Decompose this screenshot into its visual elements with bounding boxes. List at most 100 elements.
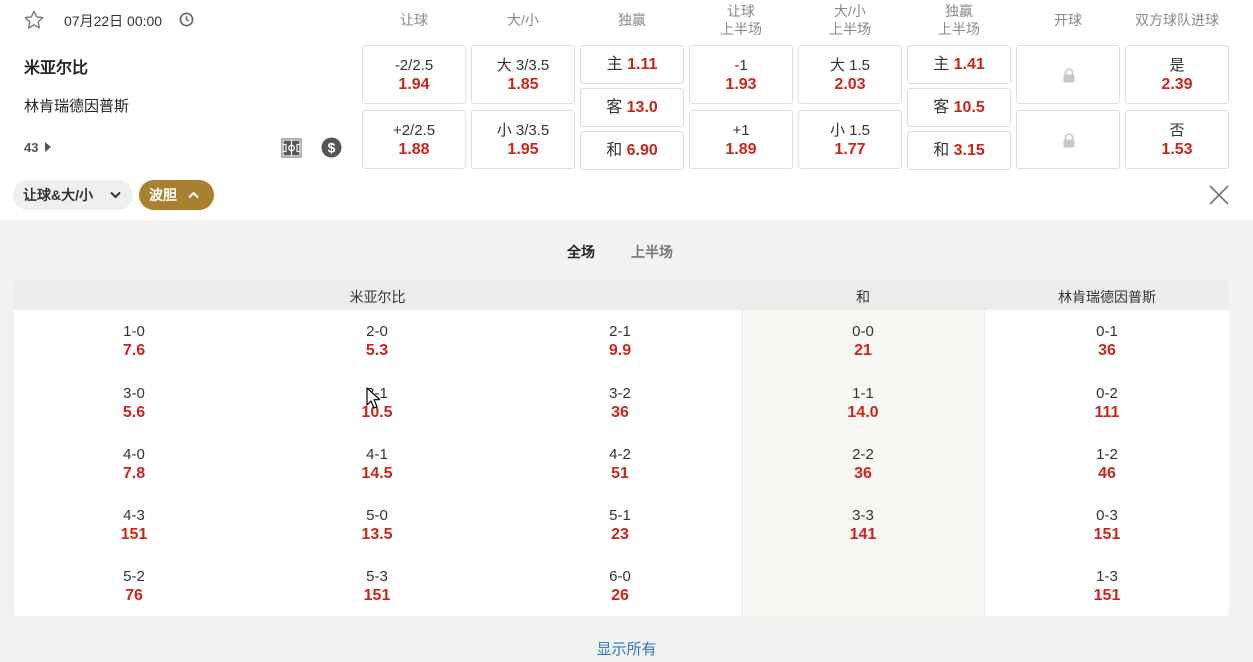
col-header-half-winner-l1: 独赢: [945, 3, 973, 19]
odd-cell-btts-yes[interactable]: 是 2.39: [1125, 45, 1229, 104]
odd-value: 1.85: [507, 76, 539, 93]
odd-cell-btts-no[interactable]: 否 1.53: [1125, 110, 1229, 169]
score: 5-3: [366, 568, 388, 585]
odd-value: 1.94: [398, 76, 430, 93]
odd-value: 2.03: [834, 76, 866, 93]
pitch-icon[interactable]: [281, 138, 302, 158]
score-cell[interactable]: 0-2 111: [1047, 384, 1167, 422]
odd-label: 和: [933, 142, 950, 159]
odd-line: 小 3/3.5: [496, 122, 550, 139]
col-header-kickoff: 开球: [1054, 12, 1082, 28]
correct-score-grid: 米亚尔比 和 林肯瑞德因普斯 1-0 7.6 2-0 5.3 2-1 9.9 3-0 5…: [14, 280, 1229, 616]
more-markets-count[interactable]: 43: [24, 140, 38, 155]
odd-line: -2/2.5: [394, 57, 434, 74]
star-icon[interactable]: [23, 9, 45, 31]
col-header-half-handicap: 让球 上半场: [689, 2, 793, 38]
score: 1-2: [1096, 446, 1118, 463]
odd-cell-winner-home[interactable]: 主 1.11: [580, 45, 684, 84]
odd-cell-half-under[interactable]: 小 1.5 1.77: [798, 110, 902, 169]
score-cell[interactable]: 6-0 26: [560, 567, 680, 605]
score-cell[interactable]: 4-2 51: [560, 445, 680, 483]
score: 3-0: [123, 385, 145, 402]
odd-cell-half-handicap-away[interactable]: +1 1.89: [689, 110, 793, 169]
score-odd: 151: [1093, 587, 1121, 604]
score: 0-0: [852, 323, 874, 340]
odd-cell-winner-draw[interactable]: 和 6.90: [580, 131, 684, 170]
score-odd: 7.8: [122, 465, 146, 482]
score-cell[interactable]: 1-0 7.6: [74, 322, 194, 360]
score-odd: 14.0: [847, 404, 879, 421]
tab-first-half[interactable]: 上半场: [631, 242, 673, 262]
score-cell[interactable]: 4-1 14.5: [317, 445, 437, 483]
score-cell[interactable]: 3-3 141: [803, 506, 923, 544]
col-header-half-ou-l2: 上半场: [829, 21, 871, 37]
odd-cell-handicap-away[interactable]: +2/2.5 1.88: [362, 110, 466, 169]
score-odd: 151: [120, 526, 148, 543]
score: 4-2: [609, 446, 631, 463]
odd-label: 主: [933, 56, 950, 73]
score-cell[interactable]: 1-3 151: [1047, 567, 1167, 605]
market-tag-correct-score[interactable]: 波胆: [139, 180, 214, 210]
odd-cell-half-handicap-home[interactable]: -1 1.93: [689, 45, 793, 104]
score-odd: 5.6: [122, 404, 146, 421]
score-cell[interactable]: 0-0 21: [803, 322, 923, 360]
grid-header-away: 林肯瑞德因普斯: [985, 280, 1229, 310]
tab-full-time[interactable]: 全场: [567, 242, 595, 262]
score-cell[interactable]: 1-1 14.0: [803, 384, 923, 422]
col-header-half-ou: 大/小 上半场: [798, 2, 902, 38]
score-cell[interactable]: 3-2 36: [560, 384, 680, 422]
grid-header-draw: 和: [741, 280, 985, 310]
col-header-half-handicap-l1: 让球: [727, 3, 755, 19]
score-cell[interactable]: 5-2 76: [74, 567, 194, 605]
odd-cell-half-winner-home[interactable]: 主 1.41: [907, 45, 1011, 84]
score: 3-3: [852, 507, 874, 524]
score-cell[interactable]: 1-2 46: [1047, 445, 1167, 483]
caret-right-icon[interactable]: [45, 142, 51, 152]
score-odd: 26: [611, 587, 629, 604]
tag-label: 波胆: [149, 187, 177, 203]
score-cell[interactable]: 2-0 5.3: [317, 322, 437, 360]
score-odd: 151: [1093, 526, 1121, 543]
score-cell[interactable]: 0-1 36: [1047, 322, 1167, 360]
score-cell[interactable]: 5-0 13.5: [317, 506, 437, 544]
odd-value: 1.11: [627, 56, 658, 73]
dollar-icon[interactable]: $: [321, 137, 342, 158]
score-odd: 21: [854, 342, 872, 359]
close-icon[interactable]: [1208, 184, 1230, 206]
col-header-btts: 双方球队进球: [1135, 12, 1219, 28]
odd-cell-half-winner-draw[interactable]: 和 3.15: [907, 131, 1011, 170]
score-cell[interactable]: 3-0 5.6: [74, 384, 194, 422]
market-tag-handicap-ou[interactable]: 让球&大/小: [13, 180, 133, 210]
score-cell[interactable]: 5-1 23: [560, 506, 680, 544]
score-cell[interactable]: 2-2 36: [803, 445, 923, 483]
odd-cell-half-over[interactable]: 大 1.5 2.03: [798, 45, 902, 104]
mouse-cursor-icon: [366, 387, 380, 409]
show-all-link[interactable]: 显示所有: [0, 638, 1253, 659]
odd-cell-under[interactable]: 小 3/3.5 1.95: [471, 110, 575, 169]
odd-value: 3.15: [953, 142, 985, 159]
odd-line: 小 1.5: [829, 122, 871, 139]
score: 0-3: [1096, 507, 1118, 524]
odd-cell-handicap-home[interactable]: -2/2.5 1.94: [362, 45, 466, 104]
col-header-half-handicap-l2: 上半场: [720, 21, 762, 37]
col-header-handicap: 让球: [400, 12, 428, 28]
odd-line: +1: [732, 122, 750, 139]
odd-value: 13.0: [626, 99, 658, 116]
score-cell[interactable]: 2-1 9.9: [560, 322, 680, 360]
score: 0-1: [1096, 323, 1118, 340]
score-cell[interactable]: 4-0 7.8: [74, 445, 194, 483]
score-cell[interactable]: 4-3 151: [74, 506, 194, 544]
odd-cell-over[interactable]: 大 3/3.5 1.85: [471, 45, 575, 104]
odd-cell-winner-away[interactable]: 客 13.0: [580, 88, 684, 127]
score-cell[interactable]: 0-3 151: [1047, 506, 1167, 544]
chevron-up-icon: [188, 191, 199, 199]
odd-label: 客: [606, 99, 623, 116]
odd-cell-kickoff-locked-1: [1016, 45, 1120, 104]
score: 3-2: [609, 385, 631, 402]
odd-cell-half-winner-away[interactable]: 客 10.5: [907, 88, 1011, 127]
col-header-ou: 大/小: [507, 12, 539, 28]
score-cell[interactable]: 5-3 151: [317, 567, 437, 605]
score-odd: 36: [1098, 342, 1116, 359]
clock-icon: [179, 12, 194, 27]
score-odd: 36: [854, 465, 872, 482]
